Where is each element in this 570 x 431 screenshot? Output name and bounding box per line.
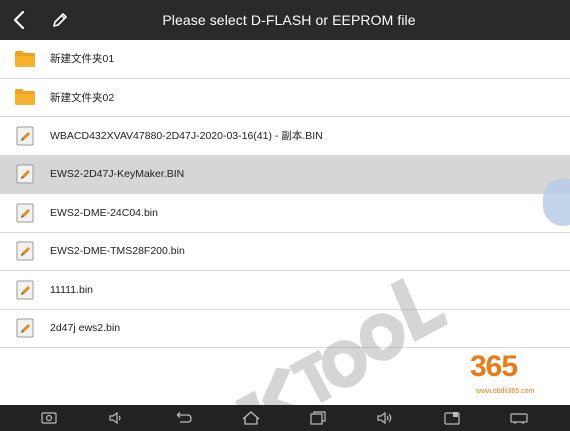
file-name: 2d47j ews2.bin xyxy=(50,322,121,335)
folder-icon xyxy=(14,86,36,108)
volume-up-icon xyxy=(377,411,392,425)
brand-digits: 365 xyxy=(470,350,518,383)
file-name: WBACD432XVAV47880-2D47J-2020-03-16(41) -… xyxy=(50,130,323,143)
home-icon xyxy=(242,411,260,425)
nav-app-button[interactable] xyxy=(437,407,467,429)
nav-home-button[interactable] xyxy=(236,407,266,429)
nav-recent-apps-button[interactable] xyxy=(303,407,333,429)
document-edit-icon xyxy=(14,125,36,147)
file-name: 11111.bin xyxy=(50,283,94,296)
file-row[interactable]: WBACD432XVAV47880-2D47J-2020-03-16(41) -… xyxy=(0,117,570,156)
file-row[interactable]: EWS2-DME-24C04.bin xyxy=(0,194,570,233)
file-name: 新建文件夹02 xyxy=(50,91,115,104)
nav-back-button[interactable] xyxy=(168,407,198,429)
document-edit-icon xyxy=(14,279,36,301)
nav-device-button[interactable] xyxy=(504,407,534,429)
device-icon xyxy=(510,413,528,424)
page-title: Please select D-FLASH or EEPROM file xyxy=(162,12,416,28)
file-list: 新建文件夹01 新建文件夹02 WBACD432XVAV47880-2D47J-… xyxy=(0,40,570,348)
back-button[interactable] xyxy=(0,0,38,40)
file-name: 新建文件夹01 xyxy=(50,53,115,66)
file-name: EWS2-DME-24C04.bin xyxy=(50,206,158,219)
file-row-selected[interactable]: EWS2-2D47J-KeyMaker.BIN xyxy=(0,155,570,194)
chevron-left-icon xyxy=(13,10,25,30)
volume-down-icon xyxy=(109,411,121,425)
document-edit-icon xyxy=(14,163,36,185)
folder-row[interactable]: 新建文件夹01 xyxy=(0,40,570,79)
file-row[interactable]: 2d47j ews2.bin xyxy=(0,310,570,348)
document-edit-icon xyxy=(14,240,36,262)
folder-row[interactable]: 新建文件夹02 xyxy=(0,79,570,117)
app-icon xyxy=(444,412,460,425)
document-edit-icon xyxy=(14,317,36,339)
screenshot-icon xyxy=(41,412,57,424)
floating-side-tab[interactable] xyxy=(543,178,570,226)
document-edit-icon xyxy=(14,202,36,224)
file-row[interactable]: 11111.bin xyxy=(0,271,570,310)
edit-button[interactable] xyxy=(44,0,76,40)
recent-apps-icon xyxy=(310,411,326,425)
system-nav-bar xyxy=(0,405,570,431)
file-name: EWS2-2D47J-KeyMaker.BIN xyxy=(50,168,185,181)
file-name: EWS2-DME-TMS28F200.bin xyxy=(50,245,185,258)
brand-url: www.obdii365.com xyxy=(476,388,535,395)
brand-watermark: 365 www.obdii365.com xyxy=(470,350,565,405)
folder-icon xyxy=(14,48,36,70)
nav-volume-up-button[interactable] xyxy=(370,407,400,429)
back-arrow-icon xyxy=(176,412,192,423)
nav-volume-down-button[interactable] xyxy=(101,407,131,429)
file-row[interactable]: EWS2-DME-TMS28F200.bin xyxy=(0,233,570,271)
pencil-icon xyxy=(53,13,67,27)
title-bar: Please select D-FLASH or EEPROM file xyxy=(0,0,570,40)
nav-screenshot-button[interactable] xyxy=(34,407,64,429)
